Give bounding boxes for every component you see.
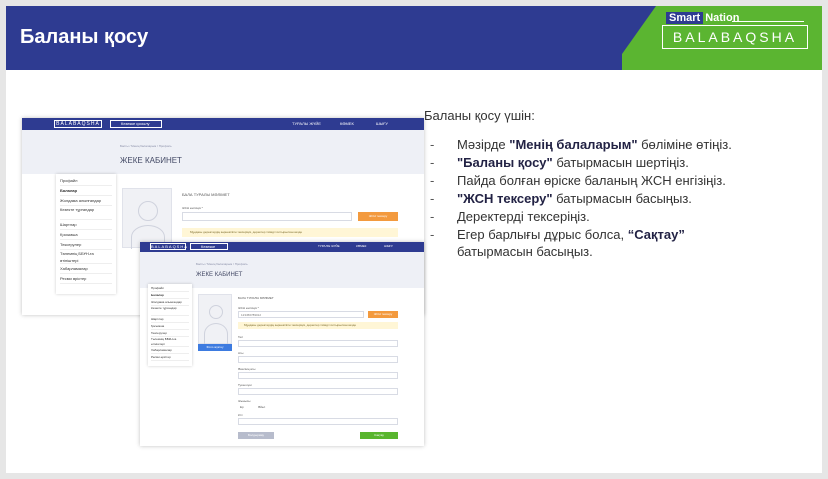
app-logo: BALABAQSHA bbox=[54, 120, 102, 128]
cabinet-sidebar: Профайл Балалар Жолдама алынғандар Кезек… bbox=[148, 284, 192, 366]
sidebar-item-queue[interactable]: Кезекте тұрғандар bbox=[151, 306, 189, 316]
sidebar-item-children[interactable]: Балалар bbox=[60, 186, 112, 196]
step-text: Пайда болған өріске баланың ЖСН енгізіңі… bbox=[457, 173, 726, 188]
sidebar-item-referrals[interactable]: Жолдама алынғандар bbox=[151, 299, 189, 306]
name-input[interactable] bbox=[238, 356, 398, 363]
sidebar-item-payments[interactable]: Төлемнің ББҰН-ға өтініштері bbox=[151, 337, 189, 347]
save-button[interactable]: Сақтау bbox=[360, 432, 398, 439]
sidebar-item-profile[interactable]: Профайл bbox=[60, 176, 112, 186]
step-text: батырмасын басыңыз. bbox=[552, 191, 692, 206]
step-text: Егер барлығы дұрыс болса, bbox=[457, 227, 628, 242]
avatar-head bbox=[209, 305, 223, 319]
sidebar-item-messages[interactable]: Хабарламалар bbox=[60, 264, 112, 274]
step-text: батырмасын шертіңіз. bbox=[552, 155, 689, 170]
app-logo: BALABAQSHA bbox=[150, 243, 188, 250]
check-iin-button[interactable]: ЖСН тексеру bbox=[358, 212, 398, 221]
slide: Баланы қосу Smart Nation BALABAQSHA BALAB… bbox=[6, 6, 822, 473]
sidebar-item-checks[interactable]: Тексерулер bbox=[151, 330, 189, 337]
surname-label: Тегі bbox=[238, 335, 244, 339]
sidebar-item-referrals[interactable]: Жолдама алынғандар bbox=[60, 196, 112, 206]
step-text: бөліміне өтіңіз. bbox=[637, 137, 732, 152]
sidebar-item-payments[interactable]: Төлемнің ББҰН-ға өтініштері bbox=[60, 250, 112, 264]
nationality-select[interactable] bbox=[238, 418, 398, 425]
birthdate-label: Туған күні bbox=[238, 383, 252, 387]
nav-help[interactable]: КӨМЕК bbox=[340, 121, 354, 126]
queue-button[interactable]: Кезекке қосылу bbox=[190, 243, 228, 255]
patronymic-input[interactable] bbox=[238, 372, 398, 379]
instruction-step: - Деректерді тексеріңіз. bbox=[430, 209, 590, 224]
step-bold: “Сақтау” bbox=[627, 227, 685, 242]
iin-label: ЖСН енгізіңіз * bbox=[238, 306, 259, 310]
instruction-step: - "Баланы қосу" батырмасын шертіңіз. bbox=[430, 155, 689, 170]
child-avatar bbox=[198, 294, 232, 345]
instruction-step: - Егер барлығы дұрыс болса, “Сақтау” баты… bbox=[430, 227, 685, 259]
patronymic-label: Әкесінің аты bbox=[238, 367, 256, 371]
nav-about[interactable]: ТУРАЛЫ ЖҮЙЕ bbox=[292, 121, 321, 126]
nav-logout[interactable]: ШЫҒУ bbox=[376, 121, 388, 126]
section-title: БАЛА ТУРАЛЫ МӘЛІМЕТ bbox=[182, 192, 230, 197]
cabinet-header: Басты / Менің балаларым / Профиль ЖЕКЕ К… bbox=[140, 252, 424, 288]
cancel-button[interactable]: Болдырмау bbox=[238, 432, 274, 439]
cabinet-title: ЖЕКЕ КАБИНЕТ bbox=[196, 272, 243, 278]
sidebar-item-official[interactable]: Ресми өрістер bbox=[151, 354, 189, 361]
sidebar-item-queue[interactable]: Кезекте тұрғандар bbox=[60, 206, 112, 220]
iin-label: ЖСН енгізіңіз * bbox=[182, 206, 203, 210]
nav-logout[interactable]: ШЫҒУ bbox=[384, 244, 393, 248]
app-topbar: BALABAQSHA Кезекке қосылу ТУРАЛЫ ЖҮЙЕ КӨ… bbox=[140, 242, 424, 255]
avatar-body bbox=[204, 323, 228, 345]
instructions-list: - Мәзірде "Менің балаларым" бөліміне өтің… bbox=[430, 136, 760, 261]
instruction-step: - "ЖСН тексеру" батырмасын басыңыз. bbox=[430, 191, 692, 206]
nationality-label: Ұлт bbox=[238, 413, 243, 417]
birthdate-input[interactable] bbox=[238, 388, 398, 395]
cabinet-title: ЖЕКЕ КАБИНЕТ bbox=[120, 156, 182, 165]
step-bold: "Менің балаларым" bbox=[509, 137, 638, 152]
screenshot-child-form: BALABAQSHA Кезекке қосылу ТУРАЛЫ ЖҮЙЕ КӨ… bbox=[140, 242, 424, 446]
brand-logo: BALABAQSHA bbox=[662, 25, 808, 49]
check-iin-button[interactable]: ЖСН тексеру bbox=[368, 311, 398, 318]
sidebar-item-contracts[interactable]: Шартлар bbox=[151, 316, 189, 323]
cabinet-sidebar: Профайл Балалар Жолдама алынғандар Кезек… bbox=[56, 174, 116, 294]
step-bold: "ЖСН тексеру" bbox=[457, 191, 553, 206]
gender-female-radio[interactable]: Әйел bbox=[258, 405, 265, 409]
avatar-head bbox=[138, 201, 158, 221]
step-text: батырмасын басыңыз. bbox=[457, 244, 593, 259]
warning-banner: Мұндағы деректердің көрнекілігін тексері… bbox=[238, 322, 398, 329]
slide-title: Баланы қосу bbox=[20, 26, 149, 48]
sidebar-item-children[interactable]: Балалар bbox=[151, 292, 189, 299]
sidebar-item-extra[interactable]: Қосымша bbox=[151, 323, 189, 330]
app-topbar: BALABAQSHA Кезекке қосылу ТУРАЛЫ ЖҮЙЕ КӨ… bbox=[22, 118, 424, 130]
name-label: Аты bbox=[238, 351, 244, 355]
step-text: Мәзірде bbox=[457, 137, 510, 152]
sidebar-item-messages[interactable]: Хабарламалар bbox=[151, 347, 189, 354]
sidebar-item-profile[interactable]: Профайл bbox=[151, 285, 189, 292]
nav-help[interactable]: КӨМЕК bbox=[356, 244, 366, 248]
sidebar-item-extra[interactable]: Қосымша bbox=[60, 230, 112, 240]
sidebar-item-official[interactable]: Ресми өрістер bbox=[60, 274, 112, 284]
sidebar-item-contracts[interactable]: Шартлар bbox=[60, 220, 112, 230]
breadcrumb: Басты / Менің балаларым / Профиль bbox=[120, 144, 172, 148]
child-avatar bbox=[122, 188, 172, 249]
instruction-step: - Пайда болған өріске баланың ЖСН енгізің… bbox=[430, 173, 726, 188]
iin-input[interactable]: 123456789012 bbox=[238, 311, 364, 318]
brand-tag-chip: Smart bbox=[666, 12, 704, 24]
breadcrumb: Басты / Менің балаларым / Профиль bbox=[196, 262, 248, 266]
instruction-step: - Мәзірде "Менің балаларым" бөліміне өтің… bbox=[430, 137, 732, 152]
section-title: БАЛА ТУРАЛЫ МӘЛІМЕТ bbox=[238, 296, 274, 300]
brand-tag-rest: Nation bbox=[705, 12, 740, 24]
iin-input[interactable] bbox=[182, 212, 352, 221]
gender-label: Жынысы bbox=[238, 399, 251, 403]
queue-button[interactable]: Кезекке қосылу bbox=[110, 120, 162, 128]
surname-input[interactable] bbox=[238, 340, 398, 347]
brand-underline bbox=[732, 21, 804, 22]
step-text: Деректерді тексеріңіз. bbox=[457, 209, 590, 224]
warning-banner: Мұндағы деректердің көрнекілігін тексері… bbox=[182, 228, 398, 237]
sidebar-item-checks[interactable]: Тексерулер bbox=[60, 240, 112, 250]
upload-photo-button[interactable]: Фото жүктеу bbox=[198, 344, 232, 351]
gender-male-radio[interactable]: Ер bbox=[240, 405, 244, 409]
brand-tagline: Smart Nation bbox=[666, 12, 739, 24]
instructions-title: Баланы қосу үшін: bbox=[424, 108, 535, 123]
nav-about[interactable]: ТУРАЛЫ ЖҮЙЕ bbox=[318, 244, 340, 248]
step-bold: "Баланы қосу" bbox=[457, 155, 553, 170]
cabinet-header: Басты / Менің балаларым / Профиль ЖЕКЕ К… bbox=[22, 130, 424, 174]
